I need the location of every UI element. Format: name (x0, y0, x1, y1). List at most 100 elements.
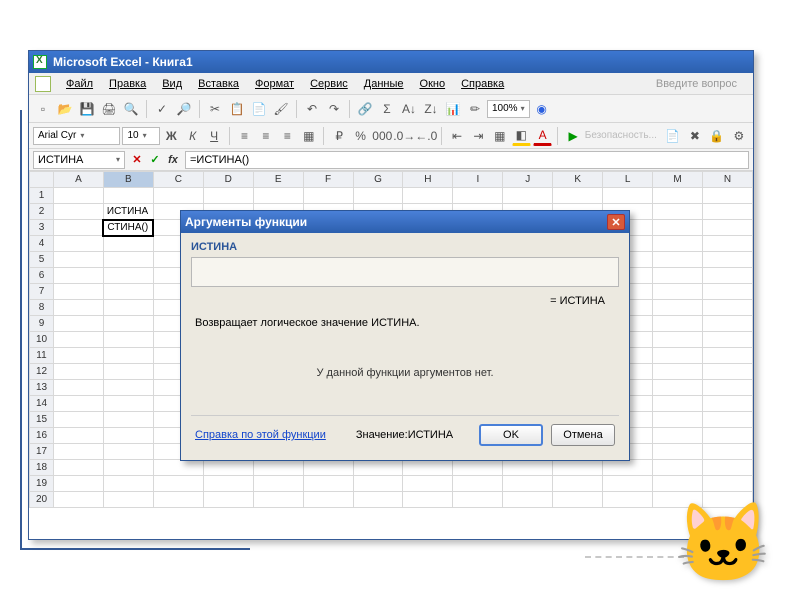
cell-A10[interactable] (54, 332, 104, 348)
cell-I1[interactable] (453, 188, 503, 204)
inc-indent-icon[interactable]: ⇥ (469, 126, 488, 146)
cancel-button[interactable]: Отмена (551, 424, 615, 446)
column-header-B[interactable]: B (103, 172, 153, 188)
copy-icon[interactable]: 📋 (227, 99, 247, 119)
redo-icon[interactable]: ↷ (324, 99, 344, 119)
cell-A9[interactable] (54, 316, 104, 332)
menu-view[interactable]: Вид (155, 76, 189, 92)
cell-H19[interactable] (403, 476, 453, 492)
menu-help[interactable]: Справка (454, 76, 511, 92)
sort-asc-icon[interactable]: A↓ (399, 99, 419, 119)
sec-icon-2[interactable]: ✖ (685, 126, 705, 146)
cell-J1[interactable] (503, 188, 553, 204)
cell-M15[interactable] (653, 412, 703, 428)
cell-M7[interactable] (653, 284, 703, 300)
cell-B15[interactable] (103, 412, 153, 428)
cell-C1[interactable] (153, 188, 203, 204)
cell-L18[interactable] (603, 460, 653, 476)
merge-icon[interactable]: ▦ (299, 126, 318, 146)
cell-M4[interactable] (653, 236, 703, 252)
cell-E1[interactable] (253, 188, 303, 204)
cell-B17[interactable] (103, 444, 153, 460)
cell-M5[interactable] (653, 252, 703, 268)
cell-K1[interactable] (553, 188, 603, 204)
column-header-L[interactable]: L (603, 172, 653, 188)
cell-G19[interactable] (353, 476, 403, 492)
column-header-N[interactable]: N (702, 172, 752, 188)
cell-B19[interactable] (103, 476, 153, 492)
help-icon[interactable]: ◉ (532, 99, 552, 119)
spellcheck-icon[interactable]: ✓ (152, 99, 172, 119)
row-header-19[interactable]: 19 (30, 476, 54, 492)
cell-N14[interactable] (702, 396, 752, 412)
preview-icon[interactable]: 🔍 (121, 99, 141, 119)
menu-edit[interactable]: Правка (102, 76, 153, 92)
cell-B20[interactable] (103, 492, 153, 508)
cell-M17[interactable] (653, 444, 703, 460)
align-right-icon[interactable]: ≡ (278, 126, 297, 146)
row-header-1[interactable]: 1 (30, 188, 54, 204)
cell-M11[interactable] (653, 348, 703, 364)
cell-N19[interactable] (702, 476, 752, 492)
cell-A15[interactable] (54, 412, 104, 428)
borders-icon[interactable]: ▦ (490, 126, 509, 146)
cell-J18[interactable] (503, 460, 553, 476)
row-header-6[interactable]: 6 (30, 268, 54, 284)
cell-M14[interactable] (653, 396, 703, 412)
cell-H20[interactable] (403, 492, 453, 508)
cell-A2[interactable] (54, 204, 104, 220)
cell-B9[interactable] (103, 316, 153, 332)
cell-N3[interactable] (702, 220, 752, 236)
row-header-11[interactable]: 11 (30, 348, 54, 364)
research-icon[interactable]: 🔎 (174, 99, 194, 119)
column-header-C[interactable]: C (153, 172, 203, 188)
cell-M18[interactable] (653, 460, 703, 476)
cell-A3[interactable] (54, 220, 104, 236)
cell-B11[interactable] (103, 348, 153, 364)
cell-M1[interactable] (653, 188, 703, 204)
column-header-I[interactable]: I (453, 172, 503, 188)
fx-icon[interactable]: fx (165, 152, 181, 168)
cell-C20[interactable] (153, 492, 203, 508)
cell-L19[interactable] (603, 476, 653, 492)
cell-B7[interactable] (103, 284, 153, 300)
cell-A7[interactable] (54, 284, 104, 300)
cell-L20[interactable] (603, 492, 653, 508)
cell-A4[interactable] (54, 236, 104, 252)
cell-N12[interactable] (702, 364, 752, 380)
column-header-G[interactable]: G (353, 172, 403, 188)
save-icon[interactable]: 💾 (77, 99, 97, 119)
cell-N1[interactable] (702, 188, 752, 204)
column-header-F[interactable]: F (303, 172, 353, 188)
cell-L1[interactable] (603, 188, 653, 204)
row-header-8[interactable]: 8 (30, 300, 54, 316)
row-header-4[interactable]: 4 (30, 236, 54, 252)
cell-A11[interactable] (54, 348, 104, 364)
ok-button[interactable]: OK (479, 424, 543, 446)
menu-insert[interactable]: Вставка (191, 76, 246, 92)
cell-B1[interactable] (103, 188, 153, 204)
cell-A19[interactable] (54, 476, 104, 492)
paste-icon[interactable]: 📄 (249, 99, 269, 119)
cell-C18[interactable] (153, 460, 203, 476)
fill-color-icon[interactable]: ◧ (512, 126, 531, 146)
column-header-K[interactable]: K (553, 172, 603, 188)
row-header-5[interactable]: 5 (30, 252, 54, 268)
cell-A13[interactable] (54, 380, 104, 396)
print-icon[interactable]: 🖨 (99, 99, 119, 119)
menu-tools[interactable]: Сервис (303, 76, 355, 92)
align-center-icon[interactable]: ≡ (256, 126, 275, 146)
cell-I18[interactable] (453, 460, 503, 476)
cancel-formula-icon[interactable]: ✕ (129, 152, 145, 168)
cell-M13[interactable] (653, 380, 703, 396)
cell-C19[interactable] (153, 476, 203, 492)
cell-D18[interactable] (203, 460, 253, 476)
cell-B8[interactable] (103, 300, 153, 316)
cell-M16[interactable] (653, 428, 703, 444)
cell-A18[interactable] (54, 460, 104, 476)
cell-D19[interactable] (203, 476, 253, 492)
cell-G20[interactable] (353, 492, 403, 508)
play-icon[interactable]: ▶ (563, 126, 582, 146)
cell-A8[interactable] (54, 300, 104, 316)
cell-E19[interactable] (253, 476, 303, 492)
